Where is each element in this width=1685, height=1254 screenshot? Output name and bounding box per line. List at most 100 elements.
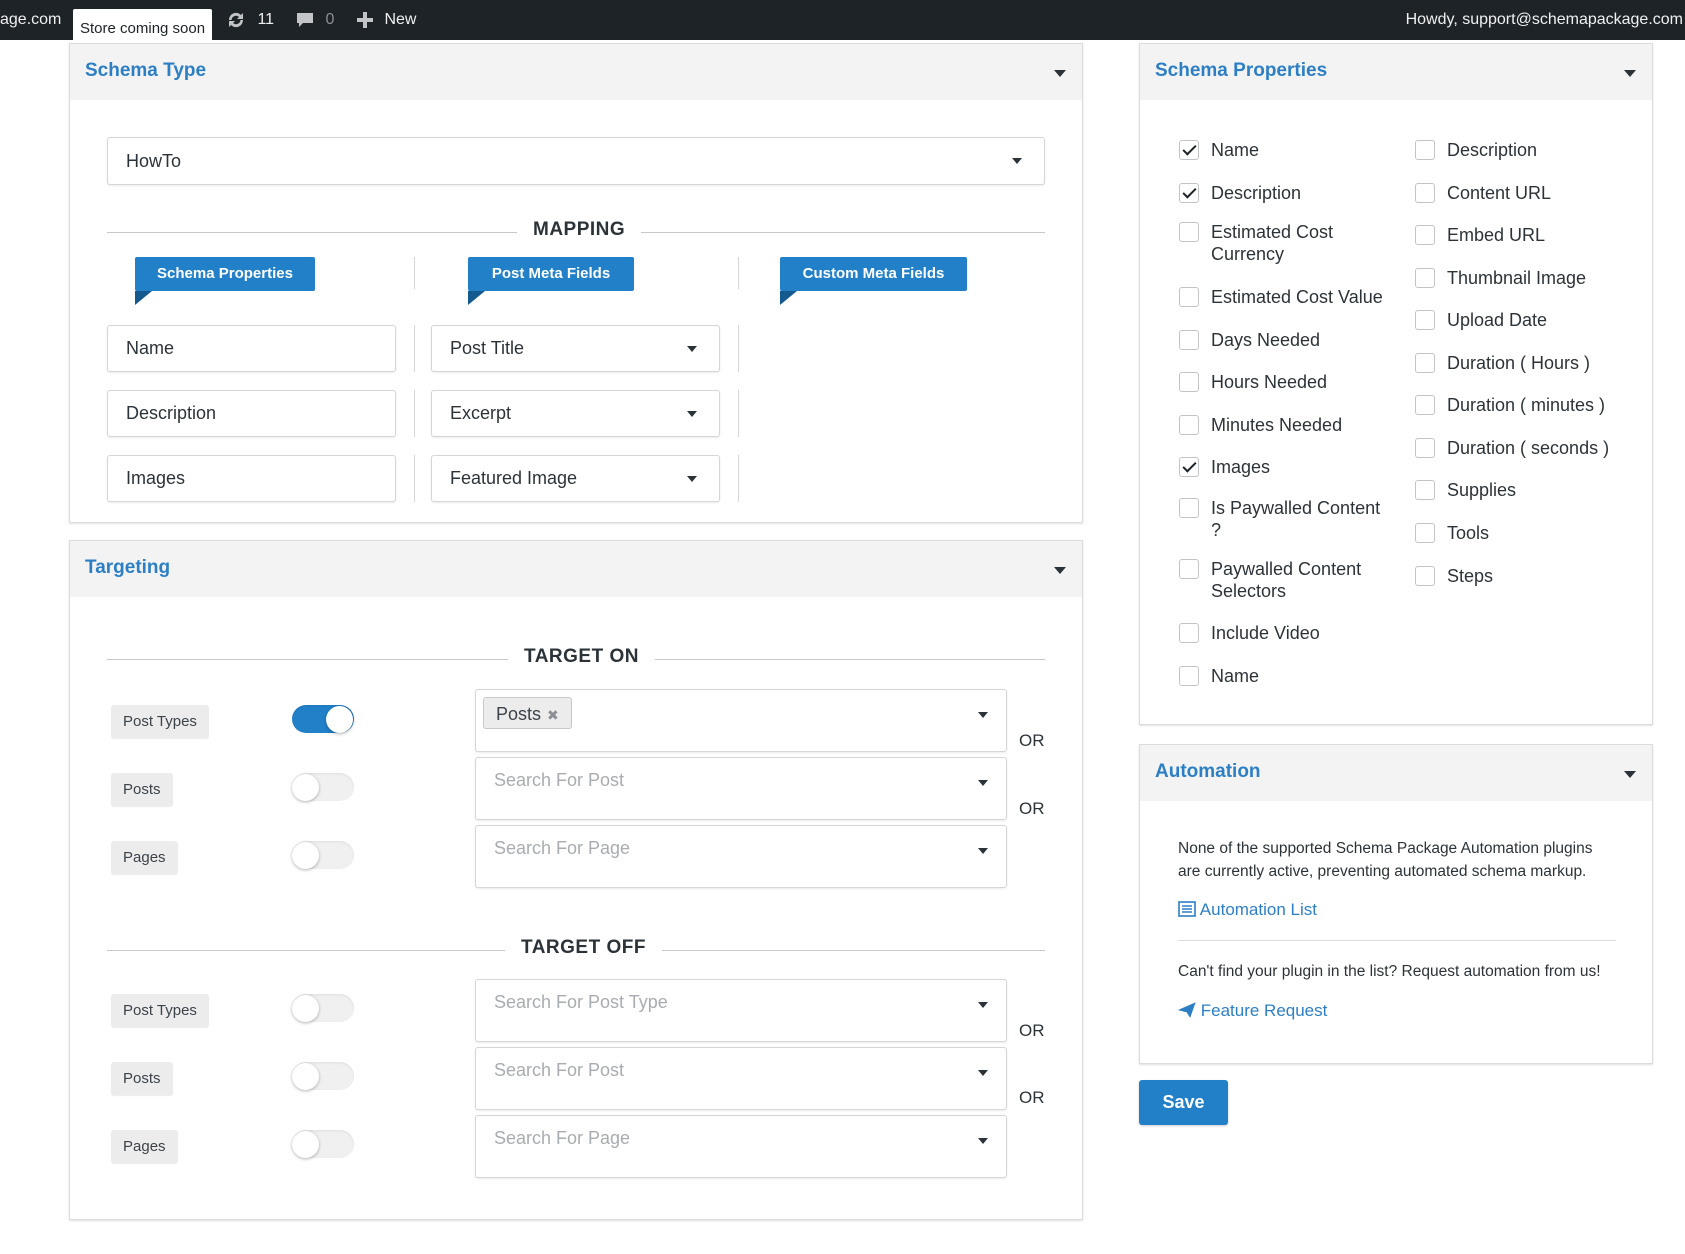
new-label: New — [384, 11, 417, 28]
checkbox[interactable] — [1179, 183, 1199, 203]
checkbox[interactable] — [1415, 183, 1435, 203]
checkbox[interactable] — [1179, 666, 1199, 686]
checkbox-label: Duration ( minutes ) — [1447, 395, 1606, 415]
target-off-pages-toggle[interactable] — [292, 1130, 354, 1158]
feature-request-link[interactable]: Feature Request — [1177, 1001, 1327, 1021]
target-on-posts-select[interactable]: Search For Post — [475, 757, 1007, 820]
or-label: OR — [1019, 1021, 1045, 1040]
toggle-knob — [292, 774, 319, 801]
checkbox[interactable] — [1415, 225, 1435, 245]
checkbox[interactable] — [1179, 330, 1199, 350]
checkbox-label: Duration ( seconds ) — [1447, 438, 1610, 458]
select-placeholder: Search For Page — [494, 838, 631, 858]
updates-count: 11 — [257, 11, 275, 28]
schema-type-panel: Schema Type HowTo MAPPING Schema Propert… — [69, 43, 1083, 523]
post-meta-select-name[interactable]: Post Title — [431, 325, 720, 372]
automation-list-link[interactable]: Automation List — [1178, 900, 1317, 920]
caret-down-icon — [978, 780, 988, 786]
property-label: Name — [126, 338, 175, 358]
post-meta-value: Excerpt — [450, 403, 512, 423]
new-content-link[interactable]: New — [356, 0, 416, 40]
automation-panel: Automation None of the supported Schema … — [1139, 744, 1653, 1064]
remove-chip-icon[interactable]: ✖ — [547, 707, 559, 723]
targeting-header[interactable]: Targeting — [70, 541, 1082, 597]
schema-type-select[interactable]: HowTo — [107, 137, 1045, 185]
target-off-pages-label: Pages — [111, 1130, 178, 1163]
checkbox[interactable] — [1179, 559, 1199, 579]
or-label: OR — [1019, 731, 1045, 750]
checkbox-label: Paywalled Content Selectors — [1211, 559, 1362, 601]
ribbon-schema-properties: Schema Properties — [135, 257, 315, 305]
account-menu[interactable]: Howdy, support@schemapackage.com — [1406, 0, 1683, 40]
caret-down-icon — [687, 345, 697, 352]
target-on-post-types-select[interactable]: Posts ✖ — [475, 689, 1007, 752]
checkbox[interactable] — [1415, 310, 1435, 330]
targeting-panel: Targeting TARGET ON Post Types Posts ✖ OR… — [69, 540, 1083, 1220]
post-meta-select-description[interactable]: Excerpt — [431, 390, 720, 437]
select-placeholder: Search For Page — [494, 1128, 631, 1148]
target-off-posts-toggle[interactable] — [292, 1062, 354, 1090]
checkbox[interactable] — [1179, 498, 1199, 518]
target-off-post-types-select[interactable]: Search For Post Type — [475, 979, 1007, 1042]
save-button[interactable]: Save — [1139, 1080, 1228, 1125]
checkbox[interactable] — [1415, 140, 1435, 160]
caret-down-icon — [1012, 158, 1022, 164]
select-placeholder: Search For Post Type — [494, 992, 668, 1012]
checkbox[interactable] — [1415, 353, 1435, 373]
schema-type-header[interactable]: Schema Type — [70, 44, 1082, 100]
target-on-pages-select[interactable]: Search For Page — [475, 825, 1007, 888]
site-name-link[interactable]: age.com — [0, 0, 61, 40]
column-separator — [738, 455, 739, 502]
checkbox[interactable] — [1179, 415, 1199, 435]
automation-message: None of the supported Schema Package Aut… — [1178, 840, 1593, 880]
checkbox[interactable] — [1415, 438, 1435, 458]
checkbox[interactable] — [1179, 140, 1199, 160]
caret-down-icon[interactable] — [1624, 771, 1636, 778]
automation-header[interactable]: Automation — [1140, 745, 1652, 801]
checkbox-label: Description — [1211, 183, 1302, 203]
checkbox[interactable] — [1179, 222, 1199, 242]
checkbox[interactable] — [1179, 372, 1199, 392]
ribbon-post-meta-fields: Post Meta Fields — [468, 257, 634, 305]
or-label: OR — [1019, 1088, 1045, 1107]
toggle-knob — [326, 706, 353, 733]
checkbox-label: Name — [1211, 666, 1260, 686]
checkbox-label: Estimated Cost Currency — [1211, 222, 1334, 264]
checkbox-label: Upload Date — [1447, 310, 1548, 330]
checkbox[interactable] — [1415, 566, 1435, 586]
caret-down-icon[interactable] — [1624, 70, 1636, 77]
target-on-posts-label: Posts — [111, 773, 173, 806]
column-separator — [738, 257, 739, 289]
schema-properties-header[interactable]: Schema Properties — [1140, 44, 1652, 100]
checkbox-label: Description — [1447, 140, 1538, 160]
paper-plane-icon — [1177, 1002, 1196, 1018]
caret-down-icon — [978, 1002, 988, 1008]
target-off-posts-select[interactable]: Search For Post — [475, 1047, 1007, 1110]
property-images-field: Images — [107, 455, 396, 502]
caret-down-icon[interactable] — [1054, 567, 1066, 574]
column-separator — [414, 390, 415, 437]
checkbox[interactable] — [1179, 457, 1199, 477]
caret-down-icon — [978, 848, 988, 854]
automation-title: Automation — [1155, 761, 1261, 782]
checkbox[interactable] — [1415, 523, 1435, 543]
caret-down-icon[interactable] — [1054, 70, 1066, 77]
target-on-posts-toggle[interactable] — [292, 773, 354, 801]
checkbox[interactable] — [1179, 623, 1199, 643]
target-off-post-types-label: Post Types — [111, 994, 209, 1027]
updates-link[interactable]: 11 — [225, 0, 274, 40]
checkbox[interactable] — [1415, 268, 1435, 288]
column-separator — [738, 325, 739, 372]
target-on-pages-toggle[interactable] — [292, 841, 354, 869]
target-off-post-types-toggle[interactable] — [292, 994, 354, 1022]
target-off-pages-select[interactable]: Search For Page — [475, 1115, 1007, 1178]
checkbox[interactable] — [1415, 480, 1435, 500]
column-separator — [414, 455, 415, 502]
post-meta-select-images[interactable]: Featured Image — [431, 455, 720, 502]
checkbox[interactable] — [1179, 287, 1199, 307]
target-on-post-types-toggle[interactable] — [292, 705, 354, 733]
select-placeholder: Search For Post — [494, 770, 625, 790]
comments-link[interactable]: 0 — [295, 0, 334, 40]
checkbox[interactable] — [1415, 395, 1435, 415]
checkbox-label: Minutes Needed — [1211, 415, 1343, 435]
